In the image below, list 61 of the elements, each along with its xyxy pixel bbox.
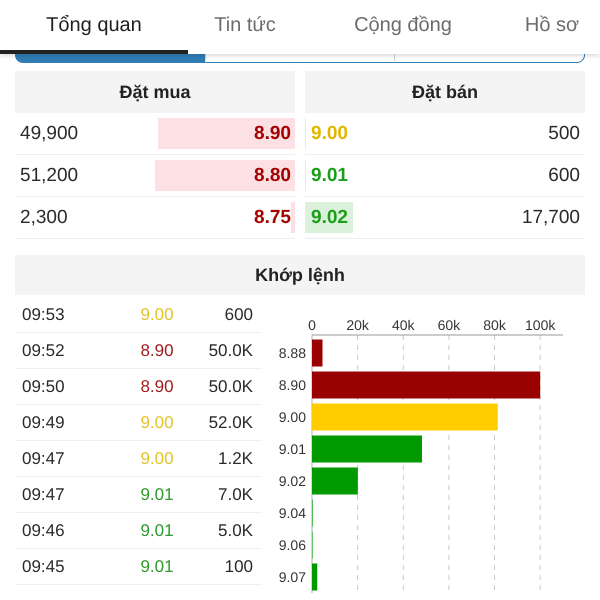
tab[interactable]: Tổng quan bbox=[0, 0, 188, 54]
trade-price: 9.01 bbox=[139, 484, 175, 504]
category-label: 9.06 bbox=[278, 537, 306, 553]
axis-tick-label: 20k bbox=[346, 317, 369, 333]
bid-volume: 49,900 bbox=[20, 122, 78, 144]
trade-price: 9.00 bbox=[139, 304, 175, 324]
trade-time: 09:46 bbox=[21, 520, 66, 540]
volume-bar bbox=[312, 340, 322, 366]
bid-header: Đặt mua bbox=[15, 71, 295, 113]
axis-tick-label: 100k bbox=[525, 317, 556, 333]
trade-time: 09:47 bbox=[21, 448, 66, 468]
volume-bar bbox=[312, 468, 358, 494]
trade-price: 9.01 bbox=[139, 556, 175, 576]
trade-volume: 600 bbox=[224, 304, 254, 324]
trade-price: 8.90 bbox=[139, 340, 175, 360]
trade-time: 09:47 bbox=[21, 484, 66, 504]
tab[interactable]: Cộng đồng bbox=[302, 0, 504, 54]
ask-volume: 600 bbox=[548, 164, 580, 186]
trade-time: 09:52 bbox=[21, 340, 66, 360]
trade-price: 9.00 bbox=[139, 448, 175, 468]
trade-volume: 52.0K bbox=[208, 412, 254, 432]
trade-time: 09:45 bbox=[21, 556, 66, 576]
bid-price: 8.80 bbox=[254, 164, 291, 186]
category-label: 9.04 bbox=[278, 505, 306, 521]
bid-volume: 2,300 bbox=[20, 206, 68, 228]
trade-volume: 50.0K bbox=[208, 340, 254, 360]
volume-bar bbox=[312, 564, 318, 590]
trade-volume: 7.0K bbox=[217, 484, 254, 504]
ask-price: 9.01 bbox=[311, 164, 348, 186]
trade-price: 9.01 bbox=[139, 520, 175, 540]
section-header: Khớp lệnh bbox=[15, 255, 585, 295]
category-label: 9.07 bbox=[278, 569, 306, 585]
trade-price: 8.90 bbox=[139, 376, 175, 396]
trade-volume: 50.0K bbox=[208, 376, 254, 396]
ask-price: 9.02 bbox=[311, 206, 348, 228]
ask-price: 9.00 bbox=[311, 122, 348, 144]
trade-time: 09:53 bbox=[21, 304, 66, 324]
bid-volume: 51,200 bbox=[20, 164, 78, 186]
trade-volume: 5.0K bbox=[217, 520, 254, 540]
category-label: 8.88 bbox=[278, 345, 306, 361]
tab[interactable]: Tin tức bbox=[188, 0, 302, 54]
axis-tick-label: 80k bbox=[483, 317, 506, 333]
trade-price: 9.00 bbox=[139, 412, 175, 432]
ask-volume: 500 bbox=[548, 122, 580, 144]
bid-price: 8.75 bbox=[254, 206, 291, 228]
ask-header: Đặt bán bbox=[305, 71, 585, 113]
ask-volume: 17,700 bbox=[522, 206, 580, 228]
bid-price: 8.90 bbox=[254, 122, 291, 144]
category-label: 9.01 bbox=[278, 441, 306, 457]
axis-tick-label: 40k bbox=[392, 317, 415, 333]
trade-volume: 1.2K bbox=[217, 448, 254, 468]
segment-tab[interactable] bbox=[395, 54, 586, 63]
tab[interactable]: Hồ sơ bbox=[504, 0, 600, 54]
trade-time: 09:49 bbox=[21, 412, 66, 432]
category-label: 9.02 bbox=[278, 473, 306, 489]
trade-time: 09:50 bbox=[21, 376, 66, 396]
axis-tick-label: 60k bbox=[438, 317, 460, 333]
axis-tick-label: 0 bbox=[308, 317, 316, 333]
category-label: 9.00 bbox=[278, 409, 306, 425]
category-label: 8.90 bbox=[278, 377, 306, 393]
trade-volume: 100 bbox=[224, 556, 254, 576]
